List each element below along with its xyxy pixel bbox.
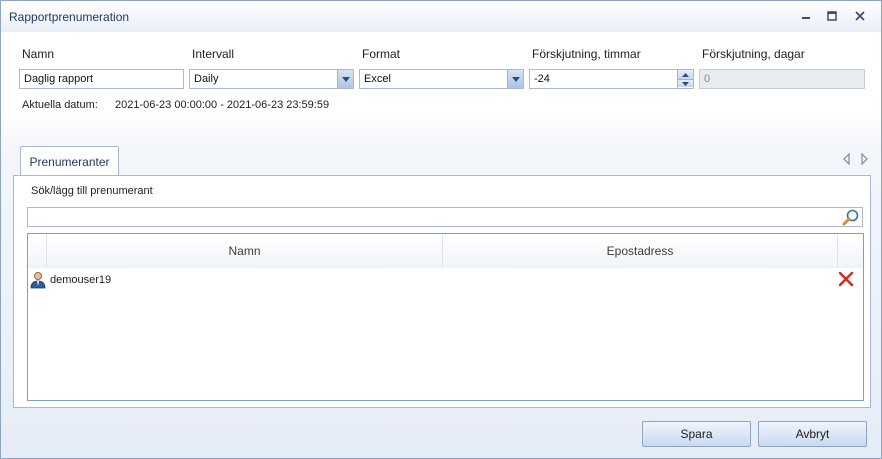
name-input-value: Daglig rapport	[24, 73, 94, 85]
grid-header-divider	[837, 234, 838, 268]
maximize-icon[interactable]	[824, 9, 840, 23]
name-label: Namn	[22, 47, 55, 61]
row-name: demouser19	[50, 274, 112, 286]
user-icon	[30, 271, 46, 292]
interval-label: Intervall	[192, 47, 235, 61]
chevron-down-icon[interactable]	[337, 70, 353, 88]
current-date-label: Aktuella datum:	[22, 99, 98, 111]
delete-icon[interactable]	[838, 271, 854, 290]
title-bar[interactable]: Rapportprenumeration	[1, 1, 881, 32]
search-input[interactable]	[27, 207, 863, 227]
spin-up-icon[interactable]	[678, 70, 693, 79]
tab-subscribers-label: Prenumeranter	[29, 154, 110, 169]
interval-select-value: Daily	[194, 73, 219, 85]
shift-hours-spinner[interactable]: -24	[529, 69, 694, 89]
grid-header: Namn Epostadress	[28, 234, 863, 268]
shift-days-value: 0	[704, 73, 711, 85]
cancel-button-label: Avbryt	[795, 427, 830, 441]
window-title: Rapportprenumeration	[9, 10, 130, 24]
save-button-label: Spara	[680, 427, 713, 441]
scroll-left-icon[interactable]	[842, 152, 852, 166]
interval-select[interactable]: Daily	[189, 69, 354, 89]
cancel-button[interactable]: Avbryt	[758, 421, 867, 447]
report-subscription-window: Rapportprenumeration Namn Intervall Form…	[0, 0, 882, 459]
spin-down-icon[interactable]	[678, 79, 693, 87]
minimize-icon[interactable]	[798, 9, 814, 23]
name-input[interactable]: Daglig rapport	[19, 69, 184, 89]
shift-days-label: Förskjutning, dagar	[702, 47, 805, 61]
column-header-name[interactable]: Namn	[47, 234, 442, 268]
format-label: Format	[362, 47, 401, 61]
save-button[interactable]: Spara	[642, 421, 751, 447]
tab-subscribers[interactable]: Prenumeranter	[20, 146, 119, 176]
scroll-right-icon[interactable]	[859, 152, 869, 166]
shift-hours-value: -24	[534, 73, 550, 85]
shift-hours-label: Förskjutning, timmar	[532, 47, 641, 61]
column-header-email[interactable]: Epostadress	[443, 234, 837, 268]
chevron-down-icon[interactable]	[507, 70, 523, 88]
search-label: Sök/lägg till prenumerant	[31, 185, 153, 197]
format-select[interactable]: Excel	[359, 69, 524, 89]
shift-days-input: 0	[699, 69, 865, 89]
search-icon[interactable]	[842, 208, 860, 229]
subscribers-grid: Namn Epostadress demouser19	[27, 233, 864, 401]
format-select-value: Excel	[364, 73, 391, 85]
spinner-buttons[interactable]	[677, 70, 693, 88]
current-date-value: 2021-06-23 00:00:00 - 2021-06-23 23:59:5…	[115, 99, 330, 111]
table-row[interactable]: demouser19	[28, 270, 863, 290]
close-icon[interactable]	[852, 9, 868, 23]
